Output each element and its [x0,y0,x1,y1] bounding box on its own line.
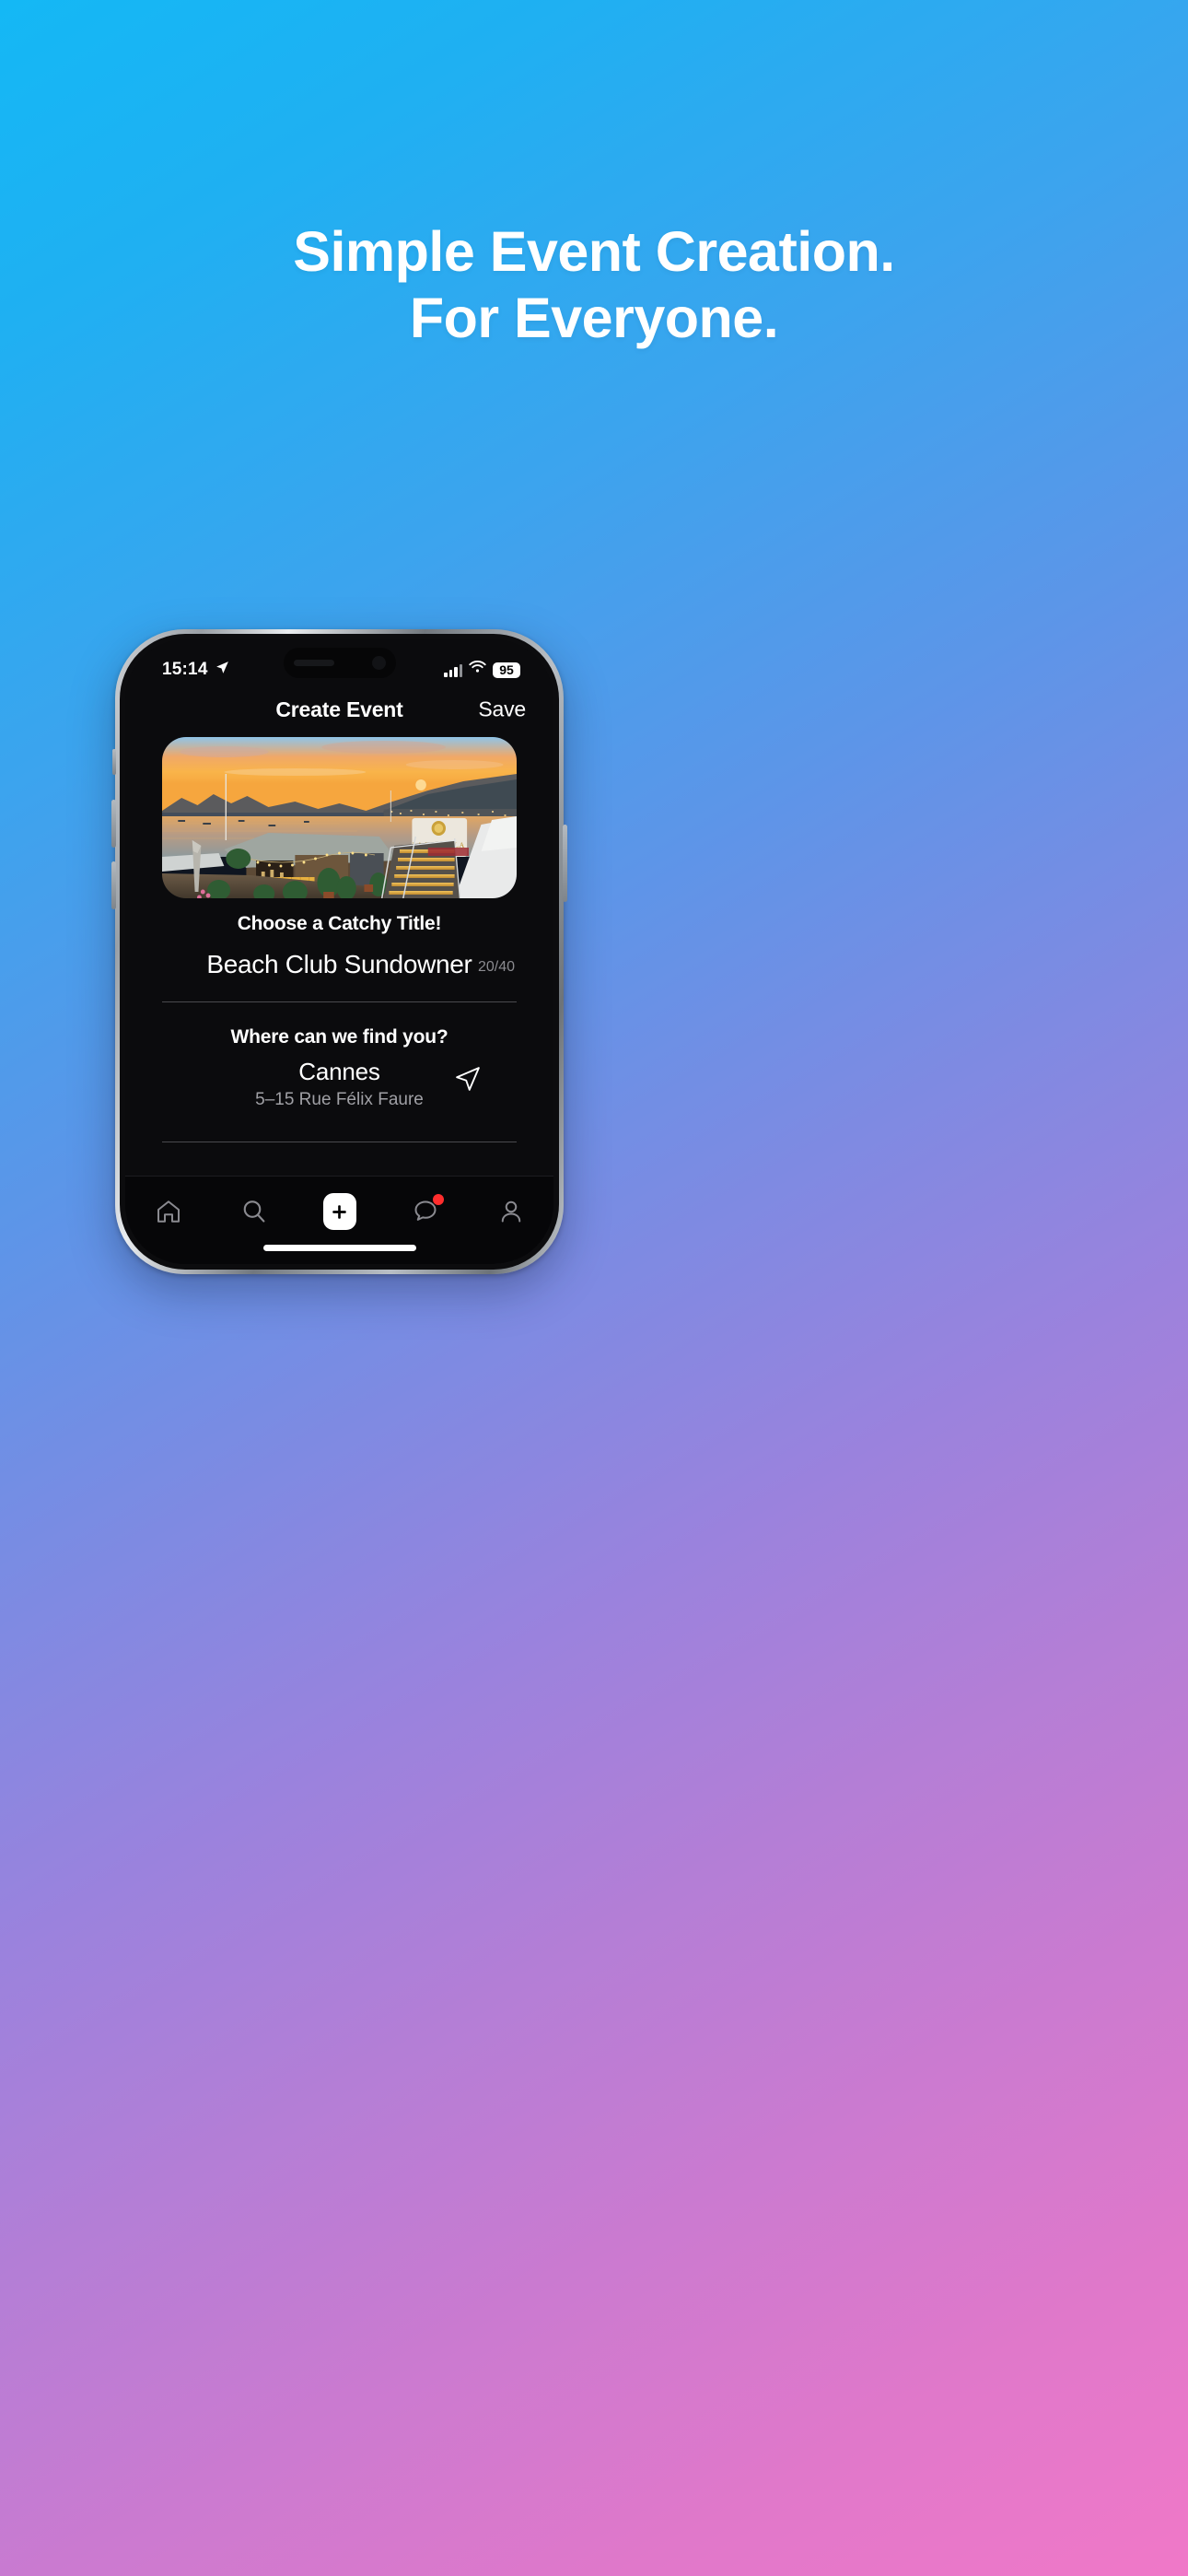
earpiece-speaker [293,660,334,666]
title-input[interactable]: Beach Club Sundowner [206,950,472,979]
tab-profile[interactable] [485,1191,537,1232]
navigation-arrow-icon[interactable] [454,1065,482,1097]
location-arrow-icon [215,660,230,681]
person-icon [501,1200,520,1223]
headline-line-1: Simple Event Creation. [293,220,895,283]
tab-create[interactable] [314,1191,366,1232]
tab-search[interactable] [228,1191,280,1232]
status-bar-time: 15:14 [162,660,208,679]
title-section: Choose a Catchy Title! Beach Club Sundow… [125,913,553,979]
home-indicator[interactable] [262,1245,416,1251]
home-icon [157,1200,180,1223]
messages-badge [432,1194,444,1205]
cellular-bars-icon [444,663,462,677]
status-bar: 15:14 95 [125,639,553,687]
plus-icon [332,1204,346,1219]
power-button[interactable] [563,825,567,902]
battery-indicator: 95 [493,662,520,678]
dynamic-island [283,648,396,678]
marketing-headline: Simple Event Creation. For Everyone. [0,219,1188,352]
page-title: Create Event [275,697,403,721]
search-icon [243,1200,264,1223]
location-section: Where can we find you? Cannes 5–15 Rue F… [125,1026,553,1110]
status-bar-right: 95 [444,661,520,679]
headline-line-2: For Everyone. [409,286,779,349]
phone-bezel: 15:14 95 Create Event Save Choose a Catc… [120,634,559,1270]
volume-down-button[interactable] [111,861,116,909]
title-input-row[interactable]: Beach Club Sundowner 20/40 [125,950,553,979]
phone-mockup: 15:14 95 Create Event Save Choose a Catc… [111,629,567,1274]
phone-screen: 15:14 95 Create Event Save Choose a Catc… [125,639,553,1264]
front-camera [371,656,386,670]
event-cover-image[interactable]: LA MANDALA [162,737,517,898]
tab-home[interactable] [143,1191,194,1232]
character-counter: 20/40 [477,959,515,975]
wifi-icon [469,661,486,679]
location-prompt: Where can we find you? [230,1026,448,1048]
create-event-button[interactable] [322,1193,356,1230]
navigation-bar: Create Event Save [125,687,553,732]
title-prompt: Choose a Catchy Title! [237,913,442,934]
phone-frame: 15:14 95 Create Event Save Choose a Catc… [111,629,567,1274]
save-button[interactable]: Save [478,697,526,722]
tab-messages[interactable] [400,1191,451,1232]
cover-illustration: LA MANDALA [162,737,517,898]
divider-title [162,1001,517,1002]
silent-switch[interactable] [112,749,116,775]
status-bar-left: 15:14 [162,660,230,681]
volume-up-button[interactable] [111,800,116,848]
